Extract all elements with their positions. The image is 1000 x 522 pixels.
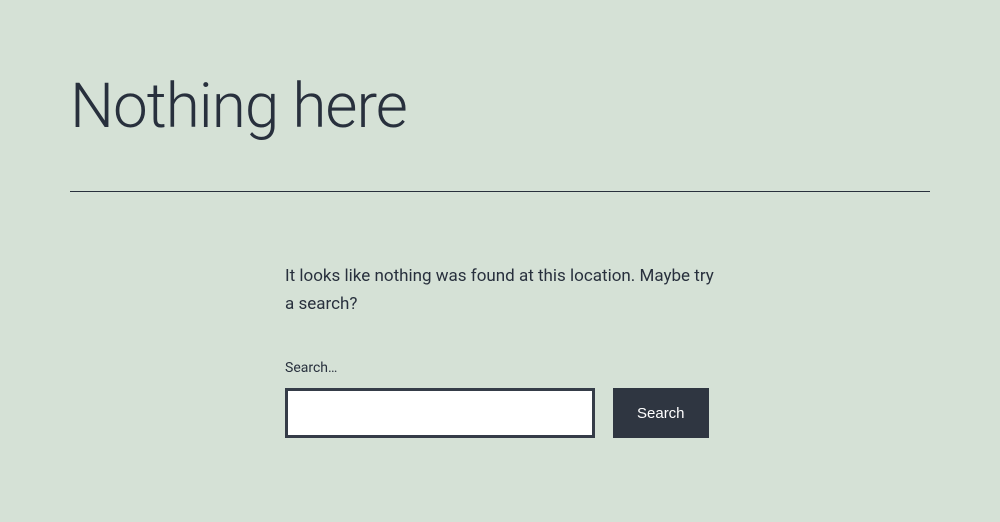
search-label: Search… — [285, 360, 725, 376]
search-input[interactable] — [285, 388, 595, 438]
search-form: Search — [285, 388, 725, 438]
content-area: It looks like nothing was found at this … — [285, 262, 725, 438]
divider — [70, 191, 930, 192]
page-title: Nothing here — [70, 70, 930, 143]
search-button[interactable]: Search — [613, 388, 709, 438]
not-found-message: It looks like nothing was found at this … — [285, 262, 725, 318]
